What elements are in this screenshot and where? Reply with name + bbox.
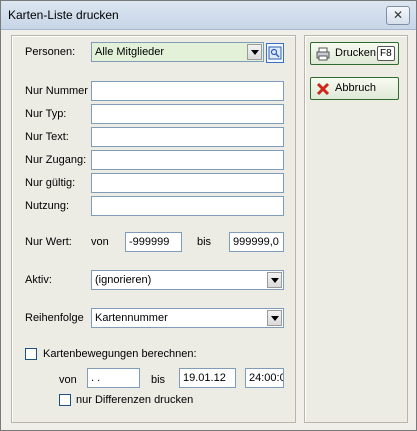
print-button[interactable]: Drucken F8	[310, 42, 399, 65]
aktiv-select[interactable]: (ignorieren)	[91, 270, 284, 290]
reihenfolge-value: Kartennummer	[95, 312, 168, 324]
person-picker-icon	[268, 46, 282, 60]
bewegungen-bis-date-field[interactable]: 19.01.12	[179, 368, 236, 388]
bewegungen-bis-time-field[interactable]: 24:00:0	[245, 368, 284, 388]
bewegungen-von-label: von	[59, 374, 77, 386]
personen-value: Alle Mitglieder	[95, 46, 165, 58]
close-button[interactable]: ✕	[386, 6, 410, 25]
nur-text-field[interactable]	[91, 127, 284, 147]
wert-von-field[interactable]: -999999	[125, 232, 182, 252]
nur-gueltig-label: Nur gültig:	[25, 177, 76, 189]
nur-typ-field[interactable]	[91, 104, 284, 124]
title-bar: Karten-Liste drucken ✕	[1, 1, 416, 30]
person-picker-button[interactable]	[266, 43, 284, 63]
nur-zugang-label: Nur Zugang:	[25, 154, 87, 166]
shortcut-badge: F8	[377, 46, 395, 61]
personen-label: Personen:	[25, 46, 76, 58]
bewegungen-bis-label: bis	[151, 374, 166, 386]
nur-gueltig-field[interactable]	[91, 173, 284, 193]
nur-text-label: Nur Text:	[25, 131, 69, 143]
personen-select[interactable]: Alle Mitglieder	[91, 42, 264, 62]
nur-nummer-field[interactable]	[91, 81, 284, 101]
print-card-list-dialog: Karten-Liste drucken ✕ Personen: Alle Mi…	[0, 0, 417, 431]
reihenfolge-label: Reihenfolge	[25, 312, 84, 324]
bewegungen-checkbox[interactable]	[25, 348, 37, 360]
red-x-icon	[316, 82, 330, 96]
differenzen-label: nur Differenzen drucken	[76, 394, 194, 406]
cancel-button-label: Abbruch	[335, 82, 376, 94]
nur-nummer-label: Nur Nummer	[25, 85, 88, 97]
nur-zugang-field[interactable]	[91, 150, 284, 170]
chevron-down-icon[interactable]	[267, 272, 282, 288]
nutzung-field[interactable]	[91, 196, 284, 216]
differenzen-checkbox[interactable]	[59, 394, 71, 406]
print-button-label: Drucken	[335, 47, 376, 59]
window-title: Karten-Liste drucken	[8, 8, 119, 22]
cancel-button[interactable]: Abbruch	[310, 77, 399, 100]
chevron-down-icon[interactable]	[267, 310, 282, 326]
wert-bis-label: bis	[197, 236, 212, 248]
chevron-down-icon[interactable]	[247, 44, 262, 60]
bewegungen-label: Kartenbewegungen berechnen:	[43, 348, 197, 360]
wert-bis-field[interactable]: 999999,0	[229, 232, 284, 252]
printer-icon	[316, 47, 330, 61]
wert-von-label: von	[91, 236, 109, 248]
aktiv-label: Aktiv:	[25, 274, 52, 286]
nur-wert-label: Nur Wert:	[25, 236, 72, 248]
nutzung-label: Nutzung:	[25, 200, 70, 212]
nur-typ-label: Nur Typ:	[25, 108, 67, 120]
reihenfolge-select[interactable]: Kartennummer	[91, 308, 284, 328]
bewegungen-von-field[interactable]: . .	[87, 368, 140, 388]
aktiv-value: (ignorieren)	[95, 274, 152, 286]
